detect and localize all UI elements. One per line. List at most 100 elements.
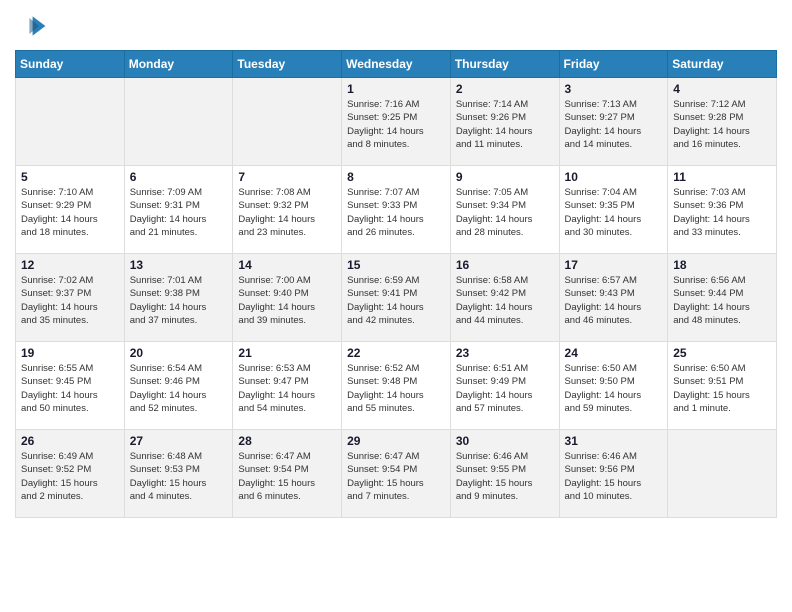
calendar-cell: 16 Sunrise: 6:58 AMSunset: 9:42 PMDayligh…	[450, 254, 559, 342]
logo	[15, 10, 51, 42]
calendar-cell: 4Sunrise: 7:12 AMSunset: 9:28 PMDaylight…	[668, 78, 777, 166]
weekday-header-monday: Monday	[124, 51, 233, 78]
day-number: 9	[456, 170, 554, 184]
calendar-cell	[16, 78, 125, 166]
day-number: 23	[456, 346, 554, 360]
calendar-week-row: 19 Sunrise: 6:55 AMSunset: 9:45 PMDayligh…	[16, 342, 777, 430]
logo-icon	[15, 10, 47, 42]
day-info: Sunrise: 7:09 AMSunset: 9:31 PMDaylight:…	[130, 186, 228, 239]
calendar-week-row: 26 Sunrise: 6:49 AMSunset: 9:52 PMDayligh…	[16, 430, 777, 518]
calendar-cell: 8 Sunrise: 7:07 AMSunset: 9:33 PMDaylight…	[342, 166, 451, 254]
weekday-header-tuesday: Tuesday	[233, 51, 342, 78]
calendar-cell: 1Sunrise: 7:16 AMSunset: 9:25 PMDaylight…	[342, 78, 451, 166]
day-number: 2	[456, 82, 554, 96]
calendar-cell: 19 Sunrise: 6:55 AMSunset: 9:45 PMDayligh…	[16, 342, 125, 430]
day-number: 17	[565, 258, 663, 272]
day-number: 25	[673, 346, 771, 360]
day-info: Sunrise: 7:04 AMSunset: 9:35 PMDaylight:…	[565, 186, 663, 239]
calendar-cell: 15 Sunrise: 6:59 AMSunset: 9:41 PMDayligh…	[342, 254, 451, 342]
calendar-cell	[124, 78, 233, 166]
calendar-cell: 31 Sunrise: 6:46 AMSunset: 9:56 PMDayligh…	[559, 430, 668, 518]
day-info: Sunrise: 6:57 AMSunset: 9:43 PMDaylight:…	[565, 274, 663, 327]
calendar-week-row: 1Sunrise: 7:16 AMSunset: 9:25 PMDaylight…	[16, 78, 777, 166]
calendar-cell	[233, 78, 342, 166]
day-info: Sunrise: 6:58 AMSunset: 9:42 PMDaylight:…	[456, 274, 554, 327]
day-number: 26	[21, 434, 119, 448]
day-number: 10	[565, 170, 663, 184]
calendar-cell: 5Sunrise: 7:10 AMSunset: 9:29 PMDaylight…	[16, 166, 125, 254]
calendar-cell	[668, 430, 777, 518]
calendar-cell: 14 Sunrise: 7:00 AMSunset: 9:40 PMDayligh…	[233, 254, 342, 342]
day-number: 16	[456, 258, 554, 272]
calendar-table: SundayMondayTuesdayWednesdayThursdayFrid…	[15, 50, 777, 518]
weekday-header-wednesday: Wednesday	[342, 51, 451, 78]
day-info: Sunrise: 6:49 AMSunset: 9:52 PMDaylight:…	[21, 450, 119, 503]
weekday-header-friday: Friday	[559, 51, 668, 78]
day-info: Sunrise: 6:51 AMSunset: 9:49 PMDaylight:…	[456, 362, 554, 415]
calendar-cell: 3 Sunrise: 7:13 AMSunset: 9:27 PMDaylight…	[559, 78, 668, 166]
weekday-header-saturday: Saturday	[668, 51, 777, 78]
day-number: 13	[130, 258, 228, 272]
calendar-cell: 23 Sunrise: 6:51 AMSunset: 9:49 PMDayligh…	[450, 342, 559, 430]
day-number: 20	[130, 346, 228, 360]
day-number: 4	[673, 82, 771, 96]
day-info: Sunrise: 7:03 AMSunset: 9:36 PMDaylight:…	[673, 186, 771, 239]
calendar-cell: 20Sunrise: 6:54 AMSunset: 9:46 PMDayligh…	[124, 342, 233, 430]
day-number: 11	[673, 170, 771, 184]
day-number: 24	[565, 346, 663, 360]
day-info: Sunrise: 7:00 AMSunset: 9:40 PMDaylight:…	[238, 274, 336, 327]
calendar-cell: 10 Sunrise: 7:04 AMSunset: 9:35 PMDayligh…	[559, 166, 668, 254]
calendar-cell: 13 Sunrise: 7:01 AMSunset: 9:38 PMDayligh…	[124, 254, 233, 342]
day-info: Sunrise: 7:05 AMSunset: 9:34 PMDaylight:…	[456, 186, 554, 239]
day-info: Sunrise: 7:08 AMSunset: 9:32 PMDaylight:…	[238, 186, 336, 239]
calendar-week-row: 12Sunrise: 7:02 AMSunset: 9:37 PMDayligh…	[16, 254, 777, 342]
day-number: 27	[130, 434, 228, 448]
calendar-cell: 7 Sunrise: 7:08 AMSunset: 9:32 PMDaylight…	[233, 166, 342, 254]
calendar-header: SundayMondayTuesdayWednesdayThursdayFrid…	[16, 51, 777, 78]
calendar-week-row: 5Sunrise: 7:10 AMSunset: 9:29 PMDaylight…	[16, 166, 777, 254]
day-info: Sunrise: 7:13 AMSunset: 9:27 PMDaylight:…	[565, 98, 663, 151]
calendar-cell: 21 Sunrise: 6:53 AMSunset: 9:47 PMDayligh…	[233, 342, 342, 430]
day-number: 18	[673, 258, 771, 272]
calendar-cell: 17 Sunrise: 6:57 AMSunset: 9:43 PMDayligh…	[559, 254, 668, 342]
day-info: Sunrise: 6:48 AMSunset: 9:53 PMDaylight:…	[130, 450, 228, 503]
page: SundayMondayTuesdayWednesdayThursdayFrid…	[0, 0, 792, 533]
day-info: Sunrise: 7:07 AMSunset: 9:33 PMDaylight:…	[347, 186, 445, 239]
day-info: Sunrise: 6:53 AMSunset: 9:47 PMDaylight:…	[238, 362, 336, 415]
calendar-cell: 26 Sunrise: 6:49 AMSunset: 9:52 PMDayligh…	[16, 430, 125, 518]
day-info: Sunrise: 6:59 AMSunset: 9:41 PMDaylight:…	[347, 274, 445, 327]
calendar-body: 1Sunrise: 7:16 AMSunset: 9:25 PMDaylight…	[16, 78, 777, 518]
day-info: Sunrise: 7:14 AMSunset: 9:26 PMDaylight:…	[456, 98, 554, 151]
day-number: 31	[565, 434, 663, 448]
day-number: 28	[238, 434, 336, 448]
day-number: 12	[21, 258, 119, 272]
day-number: 14	[238, 258, 336, 272]
day-info: Sunrise: 7:01 AMSunset: 9:38 PMDaylight:…	[130, 274, 228, 327]
day-info: Sunrise: 6:50 AMSunset: 9:50 PMDaylight:…	[565, 362, 663, 415]
day-number: 15	[347, 258, 445, 272]
calendar-cell: 9 Sunrise: 7:05 AMSunset: 9:34 PMDaylight…	[450, 166, 559, 254]
day-number: 30	[456, 434, 554, 448]
calendar-cell: 12Sunrise: 7:02 AMSunset: 9:37 PMDayligh…	[16, 254, 125, 342]
day-info: Sunrise: 7:10 AMSunset: 9:29 PMDaylight:…	[21, 186, 119, 239]
day-info: Sunrise: 6:46 AMSunset: 9:56 PMDaylight:…	[565, 450, 663, 503]
calendar-cell: 22Sunrise: 6:52 AMSunset: 9:48 PMDayligh…	[342, 342, 451, 430]
day-info: Sunrise: 6:50 AMSunset: 9:51 PMDaylight:…	[673, 362, 771, 415]
day-info: Sunrise: 6:52 AMSunset: 9:48 PMDaylight:…	[347, 362, 445, 415]
calendar-cell: 6Sunrise: 7:09 AMSunset: 9:31 PMDaylight…	[124, 166, 233, 254]
calendar-cell: 25 Sunrise: 6:50 AMSunset: 9:51 PMDayligh…	[668, 342, 777, 430]
day-number: 3	[565, 82, 663, 96]
day-number: 7	[238, 170, 336, 184]
day-number: 21	[238, 346, 336, 360]
calendar-cell: 28 Sunrise: 6:47 AMSunset: 9:54 PMDayligh…	[233, 430, 342, 518]
weekday-header-thursday: Thursday	[450, 51, 559, 78]
calendar-cell: 27 Sunrise: 6:48 AMSunset: 9:53 PMDayligh…	[124, 430, 233, 518]
day-info: Sunrise: 6:47 AMSunset: 9:54 PMDaylight:…	[347, 450, 445, 503]
day-number: 8	[347, 170, 445, 184]
day-number: 19	[21, 346, 119, 360]
day-info: Sunrise: 6:47 AMSunset: 9:54 PMDaylight:…	[238, 450, 336, 503]
calendar-cell: 24 Sunrise: 6:50 AMSunset: 9:50 PMDayligh…	[559, 342, 668, 430]
calendar-cell: 2 Sunrise: 7:14 AMSunset: 9:26 PMDaylight…	[450, 78, 559, 166]
day-info: Sunrise: 6:55 AMSunset: 9:45 PMDaylight:…	[21, 362, 119, 415]
calendar-cell: 18Sunrise: 6:56 AMSunset: 9:44 PMDayligh…	[668, 254, 777, 342]
